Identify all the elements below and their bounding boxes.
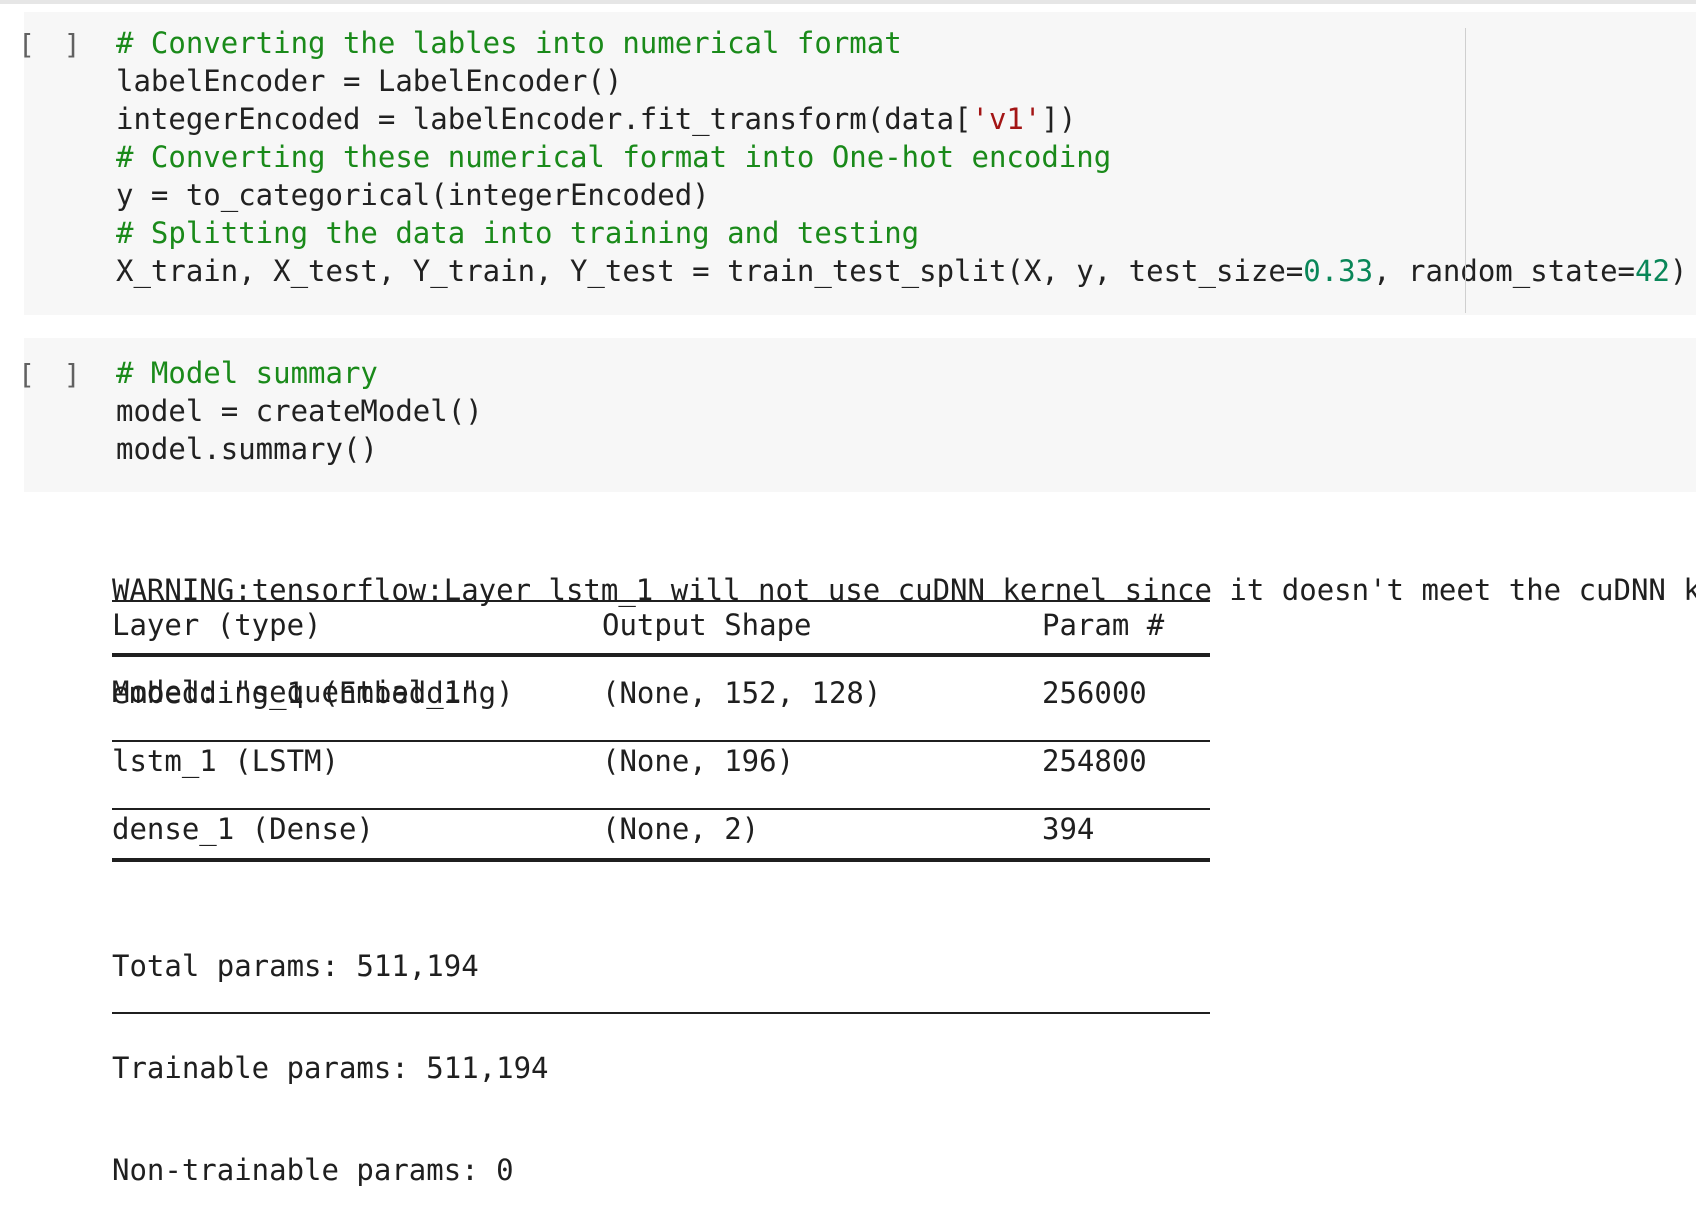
trainable-params: Trainable params: 511,194 (112, 1051, 549, 1085)
row-rule-2 (112, 808, 1210, 810)
row-3-shape: (None, 2) (602, 812, 760, 846)
row-1-layer: embedding_1 (Embedding) (112, 676, 514, 710)
code-line: # Model summary (116, 354, 483, 392)
code-token-plain: model.summary() (116, 432, 378, 466)
row-3-params: 394 (1042, 812, 1095, 846)
table-bottom-rule (112, 1012, 1210, 1014)
code-token-plain: y = to_categorical(integerEncoded) (116, 178, 710, 212)
header-double-rule (112, 653, 1210, 657)
code-token-plain: labelEncoder = LabelEncoder() (116, 64, 623, 98)
non-trainable-params: Non-trainable params: 0 (112, 1153, 514, 1187)
line-length-ruler (1465, 28, 1466, 313)
code-token-plain: X_train, X_test, Y_train, Y_test = train… (116, 254, 1304, 288)
run-cell-button-1[interactable]: [ ] (18, 26, 87, 64)
row-1-params: 256000 (1042, 676, 1147, 710)
code-token-num: 0.33 (1303, 254, 1374, 288)
code-token-plain: model = createModel() (116, 394, 483, 428)
code-line: # Converting the lables into numerical f… (116, 24, 1687, 62)
code-editor-2[interactable]: # Model summary model = createModel() mode… (116, 354, 483, 468)
row-2-shape: (None, 196) (602, 744, 795, 778)
code-line: labelEncoder = LabelEncoder() (116, 62, 1687, 100)
code-line: integerEncoded = labelEncoder.fit_transf… (116, 100, 1687, 138)
code-token-plain: integerEncoded = labelEncoder.fit_transf… (116, 102, 972, 136)
code-token-string: 'v1' (971, 102, 1042, 136)
total-params: Total params: 511,194 (112, 949, 479, 983)
params-totals: Total params: 511,194 Trainable params: … (112, 881, 549, 1221)
code-token-plain: ) (1669, 254, 1688, 288)
row-3-layer: dense_1 (Dense) (112, 812, 374, 846)
row-rule-1 (112, 740, 1210, 742)
code-line: # Converting these numerical format into… (116, 138, 1687, 176)
code-line: # Splitting the data into training and t… (116, 214, 1687, 252)
code-line: model = createModel() (116, 392, 483, 430)
code-line: X_train, X_test, Y_train, Y_test = train… (116, 252, 1687, 290)
code-token-comment: # Converting the lables into numerical f… (116, 26, 902, 60)
row-2-layer: lstm_1 (LSTM) (112, 744, 339, 778)
code-token-comment: # Model summary (116, 356, 378, 390)
footer-double-rule (112, 858, 1210, 862)
run-cell-button-2[interactable]: [ ] (18, 356, 87, 394)
header-output-shape: Output Shape (602, 608, 812, 642)
row-2-params: 254800 (1042, 744, 1147, 778)
code-token-num: 42 (1635, 254, 1670, 288)
code-line: model.summary() (116, 430, 483, 468)
notebook-top-border (0, 0, 1696, 4)
row-1-shape: (None, 152, 128) (602, 676, 882, 710)
code-editor-1[interactable]: # Converting the lables into numerical f… (116, 24, 1687, 290)
header-layer: Layer (type) (112, 608, 322, 642)
code-token-comment: # Splitting the data into training and t… (116, 216, 920, 250)
code-token-comment: # Converting these numerical format into… (116, 140, 1112, 174)
code-token-plain: ]) (1041, 102, 1077, 136)
code-line: y = to_categorical(integerEncoded) (116, 176, 1687, 214)
code-token-plain: , random_state= (1373, 254, 1635, 288)
header-param-count: Param # (1042, 608, 1165, 642)
table-top-rule (112, 600, 1210, 602)
